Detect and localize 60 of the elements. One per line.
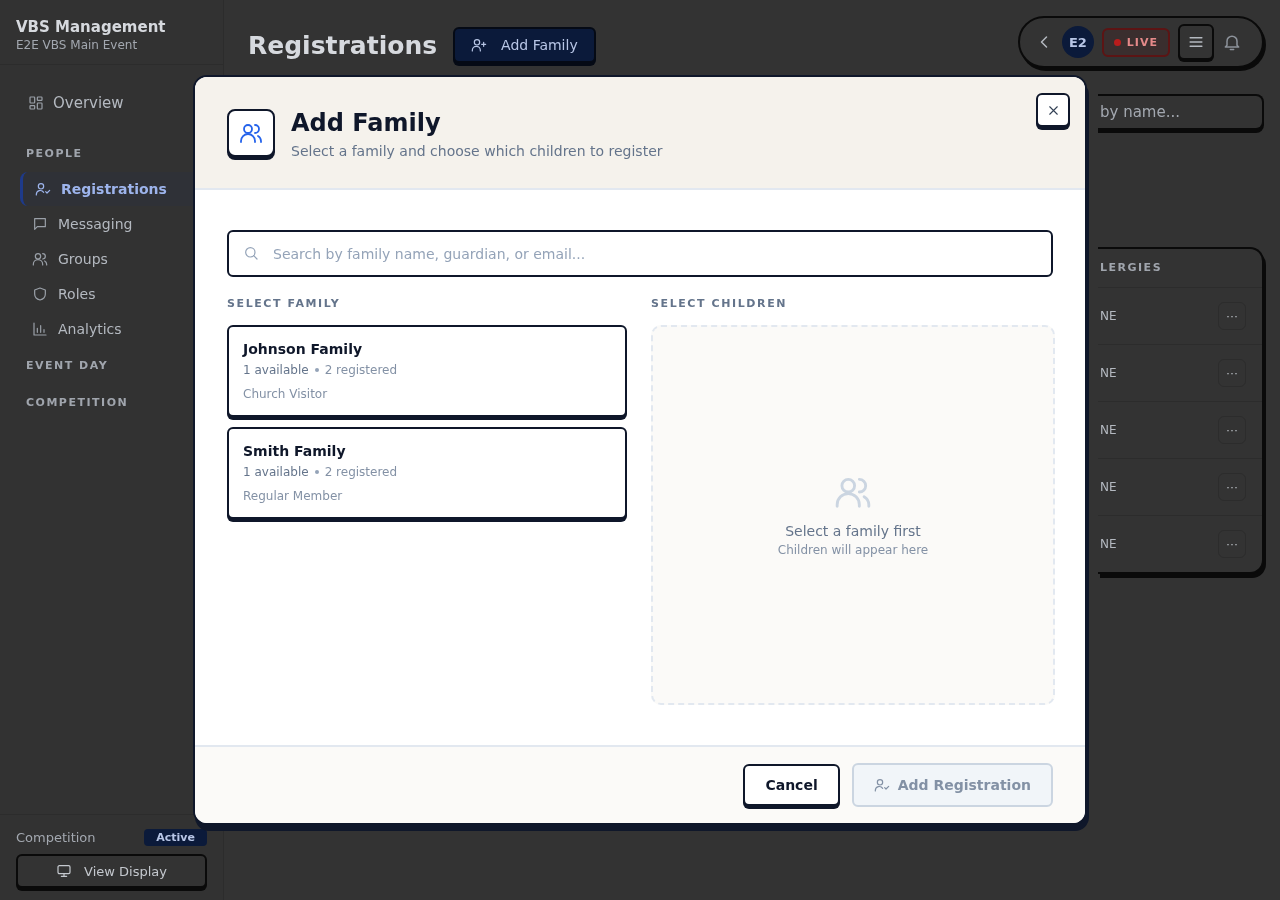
more-button[interactable]: ··· (1218, 416, 1246, 444)
status-badge: Active (144, 829, 207, 846)
more-button[interactable]: ··· (1218, 359, 1246, 387)
nav-item[interactable]: Overview (20, 85, 203, 121)
live-dot (1113, 38, 1121, 46)
nav-item[interactable]: Groups (20, 242, 203, 276)
available-count: 1 available (243, 465, 309, 479)
close-button[interactable] (1036, 93, 1070, 127)
family-name: Smith Family (243, 443, 347, 459)
family-card[interactable]: Smith Family 1 available 2 registered Regular Member (227, 427, 627, 519)
search-field[interactable]: Search by family name, guardian, or email... (227, 230, 1053, 277)
family-card[interactable]: Johnson Family 1 available 2 registered Church Visitor (227, 325, 627, 417)
separator-dot (314, 368, 319, 372)
app-title: VBS Management (16, 18, 167, 36)
user-plus-icon (471, 37, 488, 53)
table-cell: NE (1100, 480, 1117, 494)
avatar[interactable]: E2 (1061, 26, 1094, 58)
users-icon (239, 121, 263, 145)
add-family-button[interactable]: Add Family (453, 27, 596, 63)
more-button[interactable]: ··· (1218, 473, 1246, 501)
users-icon (32, 251, 48, 267)
column-header: LERGIES (1098, 249, 1262, 288)
chat-icon (32, 216, 48, 232)
section-heading: SELECT CHILDREN (651, 297, 789, 310)
empty-title: Select a family first (785, 523, 921, 539)
registered-count: 2 registered (324, 465, 398, 479)
table-cell: NE (1100, 309, 1117, 323)
monitor-icon (56, 863, 73, 879)
table-cell: NE (1100, 537, 1117, 551)
search-icon (243, 245, 259, 261)
user-check-icon (35, 181, 51, 197)
more-button[interactable]: ··· (1218, 302, 1246, 330)
grid-icon (28, 95, 44, 111)
event-name: E2E VBS Main Event (16, 38, 139, 52)
competition-label: Competition (16, 830, 96, 845)
user-check-icon (873, 777, 890, 793)
family-name: Johnson Family (243, 341, 364, 357)
menu-button[interactable] (1178, 24, 1214, 60)
table-cell: NE (1100, 423, 1117, 437)
page-title: Registrations (248, 30, 438, 60)
nav-item[interactable]: Messaging (20, 207, 203, 241)
more-button[interactable]: ··· (1218, 530, 1246, 558)
dialog-subtitle: Select a family and choose which children to register (291, 143, 664, 159)
search-field[interactable]: by name... (1098, 94, 1264, 130)
bar-chart-icon (32, 321, 48, 337)
registered-count: 2 registered (324, 363, 398, 377)
cancel-button[interactable]: Cancel (743, 764, 840, 806)
family-type: Church Visitor (243, 387, 329, 401)
section-heading: SELECT FAMILY (227, 297, 342, 310)
view-display-button[interactable]: View Display (16, 854, 207, 888)
table-cell: NE (1100, 366, 1117, 380)
empty-hint: Children will appear here (777, 543, 929, 557)
separator-dot (314, 470, 319, 474)
nav-item[interactable]: Analytics (20, 312, 203, 346)
available-count: 1 available (243, 363, 309, 377)
family-type: Regular Member (243, 489, 344, 503)
nav-item[interactable]: Roles (20, 277, 203, 311)
live-badge: LIVE (1101, 27, 1170, 57)
dialog-title: Add Family (291, 109, 442, 137)
shield-icon (32, 286, 48, 302)
